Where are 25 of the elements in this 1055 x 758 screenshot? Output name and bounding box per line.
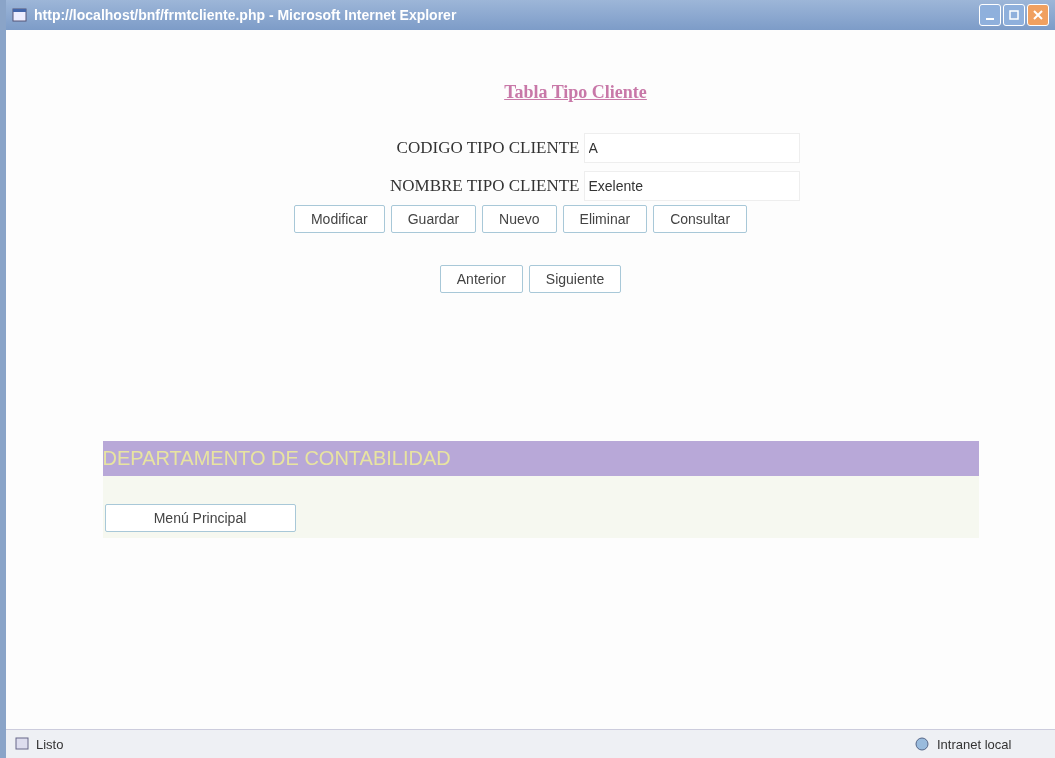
navigation-button[interactable]: Siguiente [528, 265, 622, 293]
page-heading: Tabla Tipo Cliente [504, 82, 647, 103]
page-icon [14, 737, 30, 751]
status-text: Listo [36, 736, 64, 752]
action-button[interactable]: Nuevo [482, 205, 557, 233]
action-button[interactable]: Guardar [390, 205, 477, 233]
action-button[interactable]: Modificar [293, 205, 385, 233]
maximize-icon [1009, 10, 1019, 20]
navigation-button[interactable]: Anterior [439, 265, 523, 293]
minimize-button[interactable] [979, 4, 1001, 26]
page-icon [12, 7, 28, 23]
zone-text: Intranet local [937, 736, 1013, 752]
action-button[interactable]: Consultar [653, 205, 748, 233]
banner: DEPARTAMENTO DE CONTABILIDAD [102, 441, 979, 476]
field-label: NOMBRE TIPO CLIENTE [389, 176, 580, 196]
main-menu-button[interactable]: Menú Principal [104, 504, 296, 532]
close-button[interactable] [1027, 4, 1049, 26]
input-field[interactable]: Exelente [583, 171, 800, 201]
input-field[interactable]: A [583, 133, 800, 163]
window-title: http://localhost/bnf/frmtcliente.php - Microsoft Internet Explorer [34, 7, 457, 23]
action-button[interactable]: Eliminar [562, 205, 648, 233]
close-icon [1033, 10, 1043, 20]
maximize-button[interactable] [1003, 4, 1025, 26]
minimize-icon [986, 18, 994, 20]
field-label: CODIGO TIPO CLIENTE [395, 138, 580, 158]
